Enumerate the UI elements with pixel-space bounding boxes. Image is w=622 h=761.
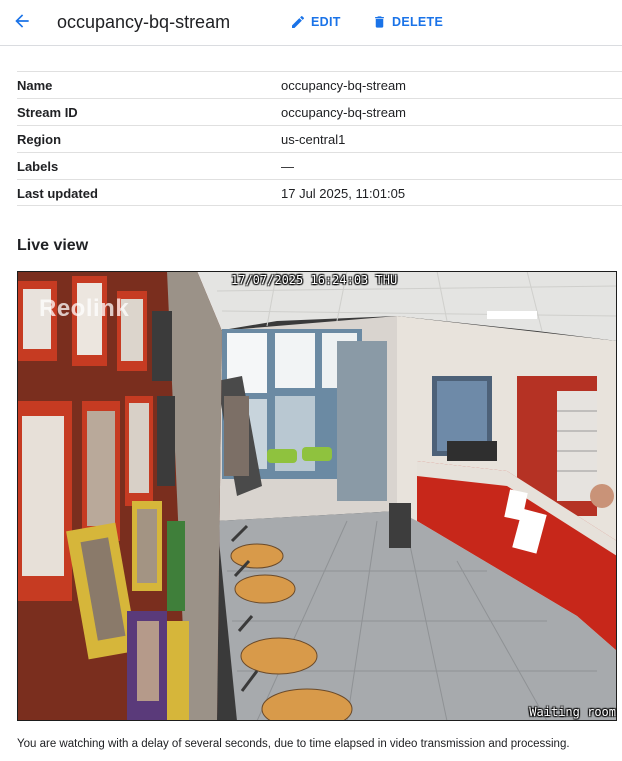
details-value: occupancy-bq-stream bbox=[281, 78, 406, 93]
delay-notice: You are watching with a delay of several… bbox=[17, 738, 570, 750]
details-key: Stream ID bbox=[17, 105, 78, 120]
delete-label: DELETE bbox=[392, 15, 444, 29]
back-button[interactable] bbox=[8, 7, 36, 35]
details-key: Name bbox=[17, 78, 53, 93]
osd-timestamp: 17/07/2025 16:24:03 THU bbox=[231, 273, 398, 287]
pencil-icon bbox=[292, 15, 305, 28]
trash-icon bbox=[375, 16, 384, 28]
details-row-labels: Labels — bbox=[17, 152, 622, 179]
page-header: occupancy-bq-stream EDIT DELETE bbox=[0, 0, 622, 46]
details-key: Region bbox=[17, 132, 62, 147]
details-key: Last updated bbox=[17, 186, 98, 201]
osd-camera-label: Waiting room bbox=[529, 705, 616, 719]
delete-button[interactable]: DELETE bbox=[372, 12, 443, 32]
edit-label: EDIT bbox=[311, 15, 341, 29]
details-value: us-central1 bbox=[281, 132, 346, 147]
details-value: occupancy-bq-stream bbox=[281, 105, 406, 120]
details-row-name: Name occupancy-bq-stream bbox=[17, 71, 622, 98]
arrow-back-icon bbox=[15, 14, 29, 28]
details-value: 17 Jul 2025, 11:01:05 bbox=[281, 186, 406, 201]
edit-button[interactable]: EDIT bbox=[290, 12, 341, 32]
live-video-feed[interactable]: Reolink 17/07/2025 16:24:03 THU Waiting … bbox=[17, 271, 617, 721]
camera-watermark: Reolink bbox=[39, 295, 130, 322]
details-key: Labels bbox=[17, 159, 59, 174]
details-table: Name occupancy-bq-stream Stream ID occup… bbox=[17, 71, 622, 206]
camera-scene bbox=[17, 271, 617, 721]
page-title: occupancy-bq-stream bbox=[57, 12, 231, 32]
live-view-heading: Live view bbox=[17, 237, 89, 254]
details-row-last-updated: Last updated 17 Jul 2025, 11:01:05 bbox=[17, 179, 622, 206]
details-row-region: Region us-central1 bbox=[17, 125, 622, 152]
details-row-stream-id: Stream ID occupancy-bq-stream bbox=[17, 98, 622, 125]
details-value: — bbox=[281, 159, 294, 174]
